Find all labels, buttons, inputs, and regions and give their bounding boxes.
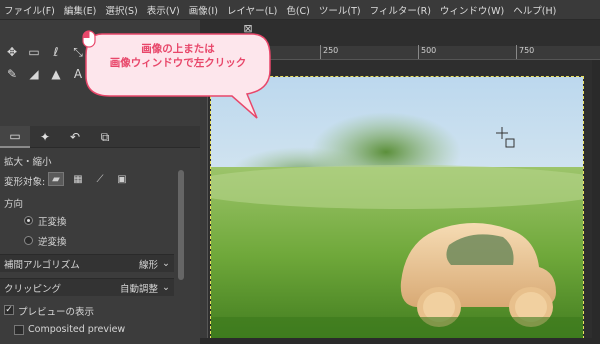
- clipping-label: クリッピング: [4, 283, 62, 295]
- tab-undo-history-icon[interactable]: ↶: [60, 126, 90, 148]
- menu-filters[interactable]: フィルター(R): [370, 3, 431, 17]
- transform-layer-icon[interactable]: ▰: [48, 172, 64, 186]
- lasso-tool-icon[interactable]: ℓ: [48, 44, 64, 60]
- options-scrollbar[interactable]: [178, 170, 184, 280]
- vertical-scrollbar[interactable]: [592, 60, 600, 344]
- dock-tabs: ▭ ✦ ↶ ⧉: [0, 126, 200, 148]
- composited-label: Composited preview: [28, 324, 126, 335]
- chevron-down-icon: ⌄: [162, 282, 170, 293]
- tool-title: 拡大・縮小: [4, 157, 52, 168]
- chevron-down-icon: ⌄: [162, 258, 170, 269]
- tab-device-status-icon[interactable]: ✦: [30, 126, 60, 148]
- menu-edit[interactable]: 編集(E): [64, 3, 96, 17]
- menu-layer[interactable]: レイヤー(L): [227, 3, 277, 17]
- interpolation-label: 補間アルゴリズム: [4, 259, 80, 271]
- ruler-tick-label: 250: [323, 46, 339, 55]
- rect-select-tool-icon[interactable]: ▭: [26, 44, 42, 60]
- direction-normal-label: 正変換: [38, 217, 67, 228]
- transform-selection-icon[interactable]: ▦: [70, 172, 86, 186]
- menu-bar: ファイル(F) 編集(E) 選択(S) 表示(V) 画像(I) レイヤー(L) …: [0, 0, 600, 20]
- clipping-value: 自動調整: [120, 283, 159, 295]
- clipping-combo[interactable]: クリッピング 自動調整 ⌄: [0, 278, 174, 296]
- transform-image-icon[interactable]: ▣: [114, 172, 130, 186]
- horizontal-scrollbar[interactable]: [200, 338, 600, 344]
- menu-file[interactable]: ファイル(F): [4, 3, 55, 17]
- move-tool-icon[interactable]: ✥: [4, 44, 20, 60]
- transform-path-icon[interactable]: ⟋: [92, 172, 108, 186]
- transform-label: 変形対象:: [4, 177, 46, 188]
- ruler-tick-label: 750: [519, 46, 535, 55]
- bucket-tool-icon[interactable]: ▲: [48, 66, 64, 82]
- ruler-tick-label: 500: [421, 46, 437, 55]
- composited-checkbox[interactable]: [14, 325, 24, 335]
- callout-annotation: 画像の上または 画像ウィンドウで左クリック: [82, 30, 274, 122]
- direction-reverse-label: 逆変換: [38, 237, 67, 248]
- menu-help[interactable]: ヘルプ(H): [513, 3, 556, 17]
- mouse-left-click-icon: [82, 30, 96, 48]
- menu-view[interactable]: 表示(V): [147, 3, 180, 17]
- interpolation-value: 線形: [139, 259, 159, 271]
- brush-tool-icon[interactable]: ✎: [4, 66, 20, 82]
- menu-color[interactable]: 色(C): [286, 3, 310, 17]
- direction-reverse-radio[interactable]: [24, 236, 33, 245]
- eraser-tool-icon[interactable]: ◢: [26, 66, 42, 82]
- menu-windows[interactable]: ウィンドウ(W): [440, 3, 504, 17]
- preview-label: プレビューの表示: [18, 307, 95, 318]
- tool-options-panel: 拡大・縮小 変形対象: ▰ ▦ ⟋ ▣ 方向 正変換 逆変換 補間アルゴリズム …: [0, 148, 178, 344]
- direction-label: 方向: [4, 199, 24, 210]
- menu-tools[interactable]: ツール(T): [319, 3, 361, 17]
- tab-tool-options-icon[interactable]: ▭: [0, 126, 30, 148]
- menu-select[interactable]: 選択(S): [105, 3, 137, 17]
- preview-checkbox[interactable]: ✓: [4, 305, 14, 315]
- callout-line-1: 画像の上または: [141, 43, 215, 55]
- callout-line-2: 画像ウィンドウで左クリック: [109, 57, 247, 69]
- interpolation-combo[interactable]: 補間アルゴリズム 線形 ⌄: [0, 254, 174, 272]
- direction-normal-radio[interactable]: [24, 216, 33, 225]
- menu-image[interactable]: 画像(I): [189, 3, 218, 17]
- tab-images-icon[interactable]: ⧉: [90, 126, 120, 148]
